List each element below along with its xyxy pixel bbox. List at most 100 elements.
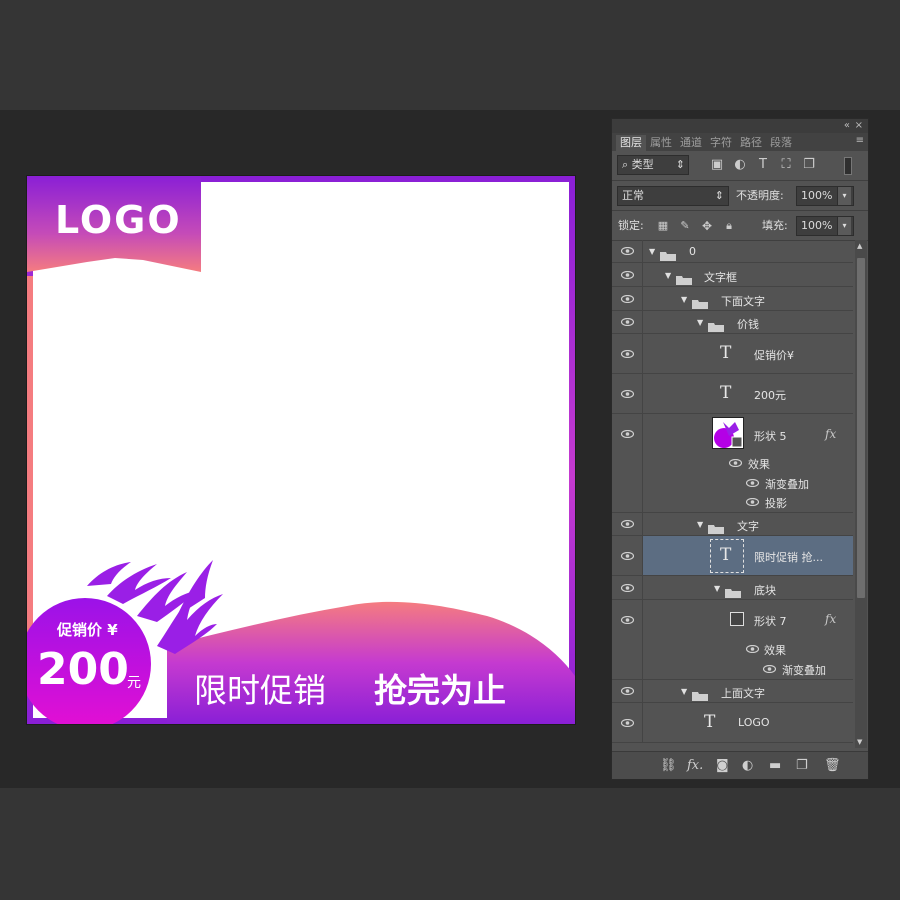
layer-group-price[interactable]: ▼ 价钱 — [612, 311, 853, 334]
layer-text-promo-label[interactable]: T 促销价¥ — [612, 334, 853, 374]
add-style-icon[interactable]: fx. — [687, 758, 703, 773]
layers-scrollbar[interactable]: ▲ ▼ — [855, 240, 867, 748]
tab-paths[interactable]: 路径 — [736, 135, 766, 151]
eye-icon[interactable] — [746, 498, 759, 506]
lock-all-icon[interactable]: 🔒︎ — [722, 219, 736, 233]
lock-brush-icon[interactable]: ✎ — [678, 219, 692, 233]
eye-icon[interactable] — [746, 479, 759, 487]
fill-input[interactable]: 100% ▾ — [796, 216, 854, 236]
new-adjustment-icon[interactable]: ◐ — [742, 758, 753, 773]
scroll-up-icon[interactable]: ▲ — [857, 242, 862, 250]
smart-object-filter-icon[interactable]: ❐ — [802, 158, 816, 172]
layer-name: 0 — [689, 245, 696, 258]
dropdown-arrow-icon: ⇕ — [675, 158, 685, 171]
visibility-toggle[interactable] — [612, 703, 643, 742]
filter-kind-select[interactable]: ⌕ 类型 ⇕ — [617, 155, 689, 175]
layer-group-lower-text[interactable]: ▼ 下面文字 — [612, 287, 853, 311]
scroll-down-icon[interactable]: ▼ — [857, 738, 862, 746]
lock-move-icon[interactable]: ✥ — [700, 219, 714, 233]
visibility-toggle[interactable] — [612, 240, 643, 262]
tab-paragraph[interactable]: 段落 — [766, 135, 796, 151]
adjustment-filter-icon[interactable]: ◐ — [733, 158, 747, 172]
chevron-down-icon[interactable]: ▾ — [837, 187, 851, 205]
layer-shape-5[interactable]: 形状 5 fx 效果 渐变叠加 投影 — [612, 414, 853, 513]
tab-properties[interactable]: 属性 — [646, 135, 676, 151]
layer-name: 下面文字 — [721, 295, 765, 308]
options-bar-area — [0, 0, 900, 110]
logo-text: LOGO — [55, 198, 182, 242]
lock-transparent-icon[interactable]: ▦ — [656, 219, 670, 233]
filter-toggle[interactable] — [844, 157, 852, 175]
pixel-filter-icon[interactable]: ▣ — [710, 158, 724, 172]
fill-value: 100% — [801, 219, 833, 232]
status-area — [0, 788, 900, 900]
eye-icon[interactable] — [746, 645, 759, 653]
tab-layers[interactable]: 图层 — [616, 135, 646, 151]
layer-group-text-frame[interactable]: ▼ 文字框 — [612, 263, 853, 287]
visibility-toggle[interactable] — [612, 536, 643, 575]
expand-triangle-icon[interactable]: ▼ — [697, 318, 703, 327]
price-number: 200 — [37, 644, 129, 695]
lock-label: 锁定: — [618, 219, 644, 232]
opacity-value: 100% — [801, 189, 833, 202]
blend-mode-select[interactable]: 正常 ⇕ — [617, 186, 729, 206]
new-group-icon[interactable]: ▬ — [769, 758, 781, 773]
tab-channels[interactable]: 通道 — [676, 135, 706, 151]
eye-icon — [621, 318, 634, 326]
close-icon[interactable]: × — [855, 119, 863, 133]
fx-icon[interactable]: fx — [825, 427, 836, 441]
eye-icon[interactable] — [763, 665, 776, 673]
layer-shape-7[interactable]: 形状 7 fx 效果 渐变叠加 — [612, 600, 853, 680]
panel-menu-icon[interactable]: ≡ — [856, 135, 864, 146]
expand-triangle-icon[interactable]: ▼ — [714, 584, 720, 593]
shape-filter-icon[interactable]: ⛶ — [779, 158, 793, 172]
visibility-toggle[interactable] — [612, 680, 643, 702]
layer-name: 文字框 — [704, 271, 737, 284]
add-mask-icon[interactable]: ◙ — [716, 758, 729, 773]
layer-group-0[interactable]: ▼ 0 — [612, 240, 853, 263]
fx-icon[interactable]: fx — [825, 612, 836, 626]
lock-row: 锁定: ▦ ✎ ✥ 🔒︎ 填充: 100% ▾ — [612, 211, 868, 241]
effect-drop-shadow: 投影 — [765, 497, 787, 510]
text-layer-icon: T — [720, 343, 732, 363]
trash-icon[interactable]: 🗑︎ — [824, 758, 841, 773]
layer-text-slogan-selected[interactable]: T 限时促销 抢... — [612, 536, 853, 576]
collapse-icon[interactable]: « — [844, 119, 850, 133]
expand-triangle-icon[interactable]: ▼ — [697, 520, 703, 529]
expand-triangle-icon[interactable]: ▼ — [665, 271, 671, 280]
expand-triangle-icon[interactable]: ▼ — [681, 687, 687, 696]
visibility-toggle[interactable] — [612, 287, 643, 310]
layer-group-upper-text[interactable]: ▼ 上面文字 — [612, 680, 853, 703]
layer-group-text[interactable]: ▼ 文字 — [612, 513, 853, 536]
opacity-label: 不透明度: — [736, 189, 784, 202]
layer-text-logo[interactable]: T LOGO — [612, 703, 853, 743]
visibility-toggle[interactable] — [612, 513, 643, 535]
visibility-toggle[interactable] — [612, 576, 643, 599]
price-unit: 元 — [127, 675, 141, 691]
new-layer-icon[interactable]: ❐ — [796, 758, 808, 773]
expand-triangle-icon[interactable]: ▼ — [649, 247, 655, 256]
tab-character[interactable]: 字符 — [706, 135, 736, 151]
layer-name: LOGO — [738, 716, 770, 729]
panel-footer: ⛓ fx. ◙ ◐ ▬ ❐ 🗑︎ — [612, 751, 868, 779]
layer-text-price[interactable]: T 200元 — [612, 374, 853, 414]
expand-triangle-icon[interactable]: ▼ — [681, 295, 687, 304]
layer-group-base-block[interactable]: ▼ 底块 — [612, 576, 853, 600]
scrollbar-thumb[interactable] — [857, 258, 865, 598]
opacity-input[interactable]: 100% ▾ — [796, 186, 854, 206]
folder-icon — [725, 583, 741, 598]
visibility-toggle[interactable] — [612, 600, 643, 679]
eye-icon — [621, 247, 634, 255]
layer-name: 200元 — [754, 389, 786, 402]
folder-icon — [692, 686, 708, 701]
visibility-toggle[interactable] — [612, 374, 643, 413]
link-layers-icon[interactable]: ⛓ — [660, 758, 677, 773]
eye-icon[interactable] — [729, 459, 742, 467]
visibility-toggle[interactable] — [612, 334, 643, 373]
visibility-toggle[interactable] — [612, 263, 643, 286]
chevron-down-icon[interactable]: ▾ — [837, 217, 851, 235]
visibility-toggle[interactable] — [612, 311, 643, 333]
document-canvas[interactable]: LOGO 促销价 ¥ 200 元 限时促销 抢完为止 — [27, 176, 575, 724]
type-filter-icon[interactable]: T — [756, 158, 770, 172]
visibility-toggle[interactable] — [612, 414, 643, 512]
